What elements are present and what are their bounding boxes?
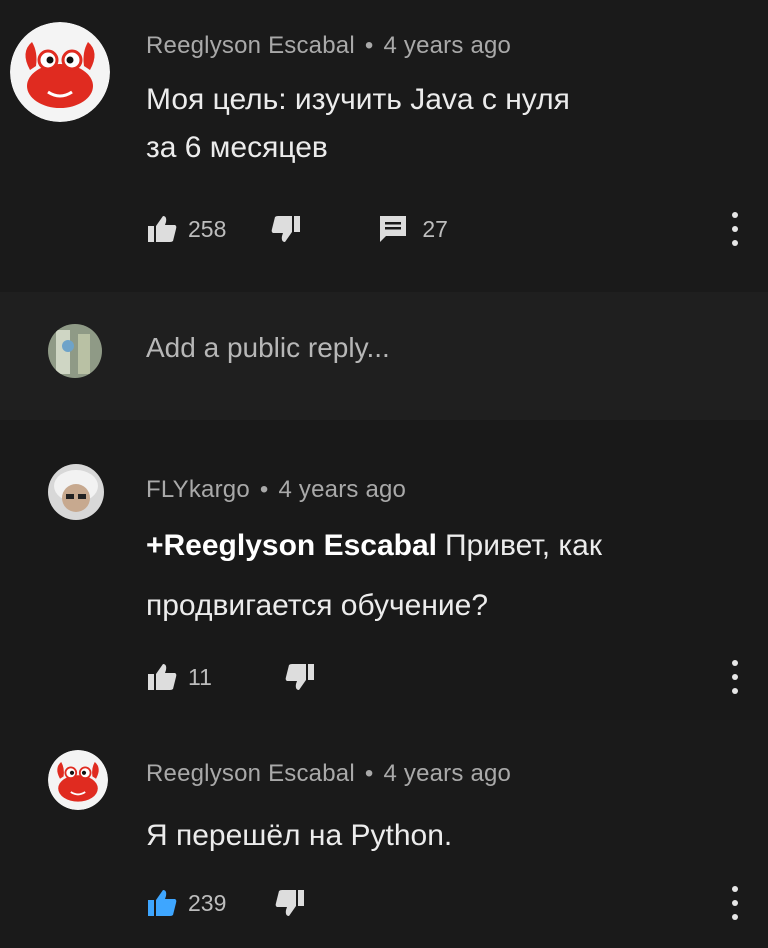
like-icon: [148, 890, 177, 916]
dislike-button[interactable]: [274, 888, 306, 918]
reply-input-row: Add a public reply...: [0, 292, 768, 422]
comment-text: +Reeglyson Escabal Привет, как продвигает…: [146, 522, 736, 630]
comment-actions: 258 27: [146, 212, 448, 246]
user-avatar: [48, 324, 102, 378]
comment-text-line: Моя цель: изучить Java с нуля: [146, 83, 570, 116]
like-button[interactable]: 258: [146, 214, 226, 244]
comment-meta: Reeglyson Escabal • 4 years ago: [146, 32, 511, 60]
dislike-icon: [276, 890, 305, 916]
meta-separator: •: [259, 476, 269, 503]
mention-link[interactable]: +Reeglyson Escabal: [146, 529, 437, 562]
reply-input[interactable]: Add a public reply...: [146, 332, 390, 364]
comment-3: Reeglyson Escabal • 4 years ago Я перешёл …: [0, 720, 768, 948]
like-count: 239: [188, 889, 227, 916]
crab-avatar-icon[interactable]: [10, 22, 110, 122]
like-icon: [148, 216, 177, 242]
comment-meta: Reeglyson Escabal • 4 years ago: [146, 760, 511, 788]
dislike-button[interactable]: [270, 214, 302, 244]
comment-2: FLYkargo • 4 years ago +Reeglyson Escabal П…: [0, 420, 768, 720]
like-count: 258: [188, 215, 227, 242]
comment-text-line: Привет, как: [444, 529, 602, 562]
like-icon: [148, 664, 177, 690]
dislike-icon: [285, 664, 314, 690]
comment-actions: 11: [146, 660, 316, 694]
comment-text-line: Я перешёл на Python.: [146, 819, 453, 852]
comment-text: Я перешёл на Python.: [146, 812, 736, 860]
comment-text-line: продвигается обучение?: [146, 589, 489, 622]
comment-time[interactable]: 4 years ago: [278, 476, 406, 503]
comment-time[interactable]: 4 years ago: [383, 32, 511, 59]
comment-text: Моя цель: изучить Java с нуля за 6 месяц…: [146, 76, 736, 172]
like-button[interactable]: 239: [146, 888, 226, 918]
more-vert-icon[interactable]: [728, 886, 742, 920]
reply-count: 27: [422, 215, 448, 242]
comment-1: Reeglyson Escabal • 4 years ago Моя цель: …: [0, 0, 768, 292]
meta-separator: •: [364, 760, 374, 787]
author-name[interactable]: Reeglyson Escabal: [146, 760, 355, 787]
comment-actions: 239: [146, 886, 306, 920]
comment-meta: FLYkargo • 4 years ago: [146, 476, 406, 504]
reply-button[interactable]: 27: [378, 214, 448, 244]
dislike-button[interactable]: [284, 662, 316, 692]
comment-text-line: за 6 месяцев: [146, 131, 328, 164]
like-count: 11: [188, 663, 212, 690]
more-vert-icon[interactable]: [728, 212, 742, 246]
comment-time[interactable]: 4 years ago: [383, 760, 511, 787]
meta-separator: •: [364, 32, 374, 59]
author-name[interactable]: FLYkargo: [146, 476, 250, 503]
like-button[interactable]: 11: [146, 662, 212, 692]
author-name[interactable]: Reeglyson Escabal: [146, 32, 355, 59]
dislike-icon: [272, 216, 301, 242]
reply-icon: [380, 216, 407, 242]
crab-avatar-icon[interactable]: [48, 750, 108, 810]
user-avatar[interactable]: [48, 464, 104, 520]
more-vert-icon[interactable]: [728, 660, 742, 694]
